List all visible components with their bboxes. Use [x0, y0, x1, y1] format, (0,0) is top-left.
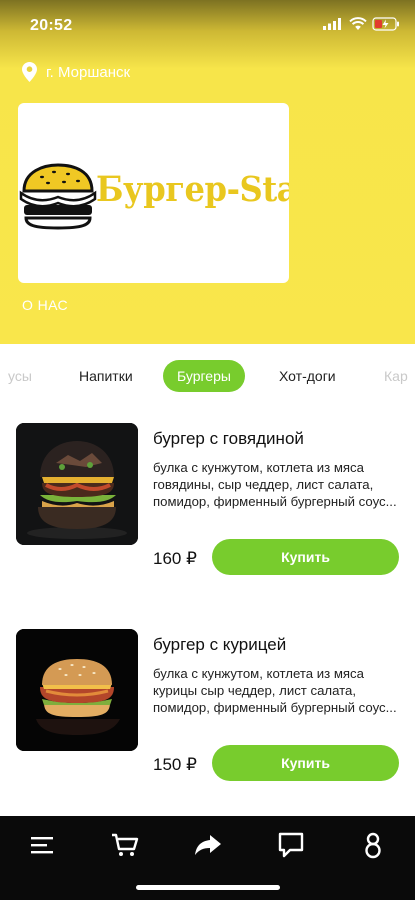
- location-pin-icon: [22, 62, 37, 82]
- chicken-burger-image: [16, 629, 138, 751]
- category-tabs: усы Напитки Бургеры Хот-доги Кар: [0, 358, 415, 398]
- buy-button[interactable]: Купить: [212, 539, 399, 575]
- product-title: бургер с курицей: [153, 635, 287, 654]
- location-selector[interactable]: г. Моршанск: [22, 60, 130, 84]
- tab-drinks[interactable]: Напитки: [79, 358, 133, 394]
- product-description: булка с кунжутом, котлета из мяса курицы…: [153, 666, 397, 715]
- tab-sauces[interactable]: усы: [8, 358, 32, 394]
- chat-icon[interactable]: [276, 830, 306, 860]
- product-price: 150 ₽: [153, 755, 197, 774]
- brand-logo-text: Бургер-Star: [96, 169, 289, 210]
- product-price: 160 ₽: [153, 549, 197, 568]
- status-time: 20:52: [30, 17, 73, 34]
- city-name: г. Моршанск: [46, 63, 131, 81]
- product-card: бургер с говядиной булка с кунжутом, кот…: [0, 423, 415, 593]
- status-bar: 20:52: [0, 0, 415, 44]
- tab-burgers[interactable]: Бургеры: [163, 360, 245, 392]
- product-description: булка с кунжутом, котлета из мяса говяди…: [153, 460, 397, 509]
- tab-potatoes[interactable]: Кар: [384, 358, 408, 394]
- share-icon[interactable]: [193, 830, 223, 860]
- product-title: бургер с говядиной: [153, 429, 304, 448]
- battery-icon: [372, 17, 399, 31]
- cart-icon[interactable]: [110, 830, 140, 860]
- about-link[interactable]: О НАС: [22, 297, 68, 313]
- beef-burger-image: [16, 423, 138, 545]
- burger-logo-icon: [19, 163, 97, 230]
- product-card: бургер с курицей булка с кунжутом, котле…: [0, 629, 415, 799]
- wifi-icon: [349, 17, 367, 30]
- brand-logo-card[interactable]: Бургер-Star: [18, 103, 289, 283]
- home-indicator: [136, 885, 280, 890]
- profile-icon[interactable]: [358, 830, 388, 860]
- signal-icon: [323, 18, 341, 30]
- product-image[interactable]: [16, 423, 138, 545]
- buy-button[interactable]: Купить: [212, 745, 399, 781]
- product-image[interactable]: [16, 629, 138, 751]
- menu-icon[interactable]: [27, 830, 57, 860]
- tab-hotdogs[interactable]: Хот-доги: [279, 358, 336, 394]
